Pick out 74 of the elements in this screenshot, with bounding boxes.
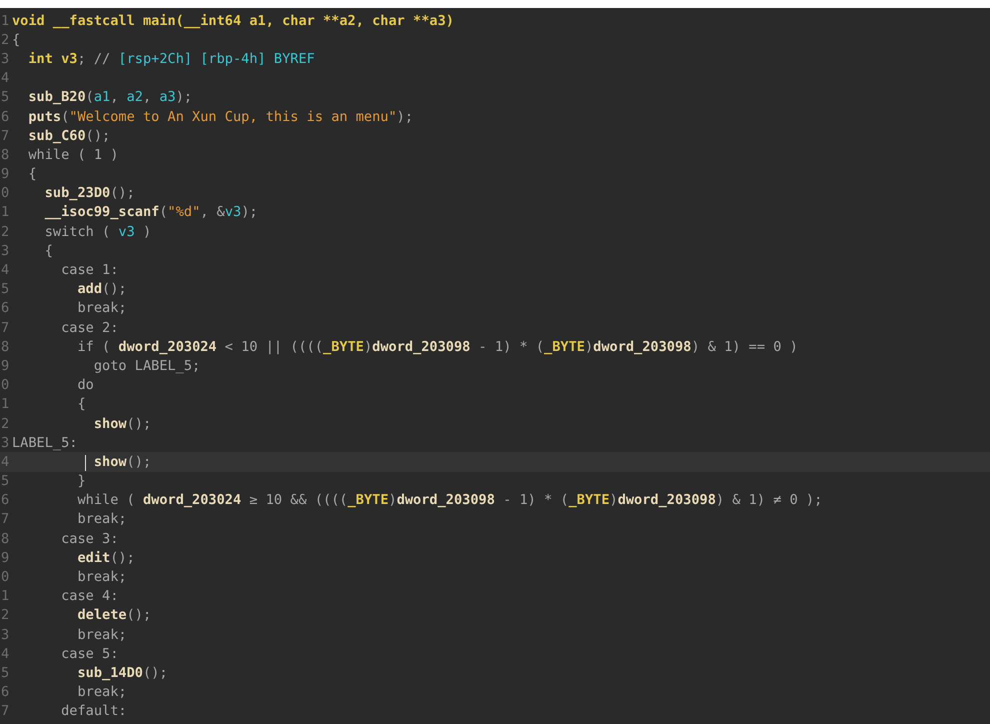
code-line: { — [27, 166, 37, 182]
line-number: 4 — [0, 262, 10, 278]
line-number: 7 — [0, 703, 10, 720]
line-number: 2 — [0, 416, 10, 432]
line-number: 3 — [0, 434, 10, 451]
line-number: 0 — [0, 377, 10, 394]
code-line: break; — [76, 626, 127, 643]
line-number: 6 — [0, 492, 10, 508]
code-line: show(); — [92, 416, 152, 432]
line-number: 8 — [0, 146, 10, 163]
code-line: sub_23D0(); — [44, 185, 135, 202]
code-line: sub_B20(a1, a2, a3); — [27, 89, 192, 106]
code-line: int v3; // [rsp+2Ch] [rbp-4h] BYREF — [27, 50, 315, 67]
code-line: break; — [76, 684, 127, 700]
code-line: { — [12, 32, 20, 48]
line-number: 6 — [0, 300, 10, 316]
line-number: 9 — [0, 358, 10, 374]
line-number: 2 — [0, 224, 10, 240]
line-number: 4 — [0, 454, 10, 470]
code-line: sub_14D0(); — [76, 664, 168, 681]
code-line: if ( dword_203024 < 10 || ((((_BYTE)dword_203098 - 1) * (_BYTE)dword_203098) & 1) == 0 ) — [76, 338, 798, 355]
code-line: break; — [76, 511, 127, 528]
code-line: case 2: — [60, 320, 118, 336]
code-line: void __fastcall main(__int64 a1, char **a2, char **a3) — [12, 12, 454, 29]
line-number: 7 — [0, 511, 10, 528]
line-number: 3 — [0, 50, 10, 67]
code-line: case 5: — [60, 646, 118, 662]
line-number: 1 — [0, 12, 10, 29]
line-number: 3 — [0, 626, 10, 643]
line-number: 5 — [0, 473, 10, 490]
line-number: 1 — [0, 588, 10, 604]
code-line: case 1: — [60, 262, 118, 278]
line-number: 6 — [0, 108, 10, 125]
line-number: 5 — [0, 89, 10, 106]
line-number: 4 — [0, 70, 10, 86]
code-line: case 4: — [60, 588, 118, 604]
code-line: while ( dword_203024 ≥ 10 && ((((_BYTE)dword_203098 - 1) * (_BYTE)dword_203098) & 1) ≠ 0 ); — [76, 492, 822, 508]
code-line: switch ( v3 ) — [44, 224, 152, 240]
line-number: 7 — [0, 128, 10, 144]
line-number: 4 — [0, 646, 10, 662]
line-number: 6 — [0, 684, 10, 700]
line-number: 1 — [0, 204, 10, 220]
line-number: 0 — [0, 569, 10, 586]
line-number: 2 — [0, 607, 10, 624]
line-number: 2 — [0, 32, 10, 48]
line-number: 7 — [0, 320, 10, 336]
code-line: sub_C60(); — [27, 128, 110, 144]
line-number: 9 — [0, 166, 10, 182]
text-cursor — [84, 454, 86, 471]
code-line: __isoc99_scanf("%d", &v3); — [44, 204, 258, 220]
line-number: 3 — [0, 242, 10, 259]
code-line: { — [44, 242, 53, 259]
code-line: goto LABEL_5; — [92, 358, 200, 374]
code-line: delete(); — [76, 607, 152, 624]
code-line: add(); — [76, 281, 127, 298]
line-number: 5 — [0, 281, 10, 298]
line-number: 9 — [0, 550, 10, 566]
code-line: { — [76, 396, 86, 412]
code-line: break; — [76, 569, 127, 586]
code-line: case 3: — [60, 530, 118, 547]
line-number: 5 — [0, 664, 10, 681]
line-number: 8 — [0, 530, 10, 547]
code-line: show(); — [12, 454, 152, 470]
code-line: break; — [76, 300, 127, 316]
code-line: } — [76, 473, 86, 490]
line-number: 1 — [0, 396, 10, 412]
line-number: 0 — [0, 185, 10, 202]
code-line: puts("Welcome to An Xun Cup, this is an menu"); — [27, 108, 414, 125]
code-line: edit(); — [76, 550, 135, 566]
code-line: do — [76, 377, 94, 394]
line-number: 8 — [0, 338, 10, 355]
code-line: while ( 1 ) — [27, 146, 118, 163]
code-line: LABEL_5: — [12, 434, 78, 451]
code-line: default: — [60, 703, 127, 720]
